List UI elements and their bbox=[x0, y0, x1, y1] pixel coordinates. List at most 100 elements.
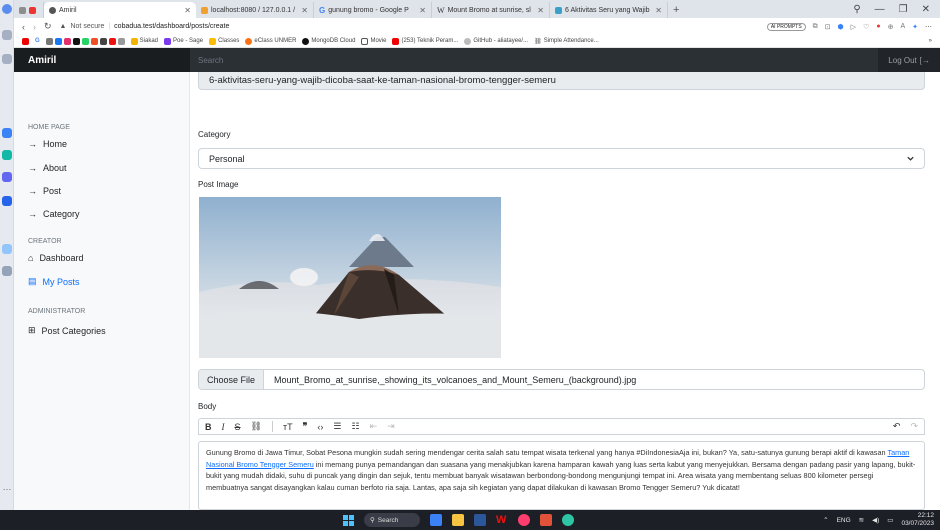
side-settings-icon[interactable] bbox=[2, 266, 12, 276]
menu-icon[interactable]: ⋯ bbox=[925, 23, 932, 31]
volume-icon[interactable]: ◀) bbox=[872, 516, 879, 524]
link-icon[interactable]: ⛓ bbox=[251, 421, 262, 432]
body-editor[interactable]: Gunung Bromo di Jawa Timur, Sobat Pesona… bbox=[198, 441, 925, 510]
minimize-icon[interactable]: — bbox=[875, 4, 885, 15]
bookmark-classes[interactable]: Classes bbox=[209, 37, 239, 45]
sidebar-item-post[interactable]: → Post bbox=[28, 186, 61, 196]
side-collections-icon[interactable] bbox=[2, 54, 12, 64]
app-icon-2[interactable] bbox=[540, 514, 552, 526]
bookmark-mongodb[interactable]: MongoDB Cloud bbox=[302, 37, 355, 45]
reload-icon[interactable]: ↻ bbox=[44, 21, 52, 32]
close-tab-icon[interactable]: ✕ bbox=[184, 6, 191, 15]
bookmark-github[interactable]: GitHub - aliatayee/... bbox=[464, 37, 528, 45]
bookmark-youtube-icon[interactable] bbox=[22, 37, 29, 45]
indent-icon[interactable]: ⇥ bbox=[387, 421, 395, 432]
tab-aktivitas[interactable]: 6 Aktivitas Seru yang Wajib ✕ bbox=[550, 2, 668, 18]
bookmark-siakad[interactable]: Siakad bbox=[130, 37, 158, 45]
side-home-icon[interactable] bbox=[2, 30, 12, 40]
bookmark-app-icon[interactable] bbox=[45, 37, 125, 45]
strikethrough-icon[interactable]: S bbox=[235, 422, 241, 432]
shield-icon[interactable]: ⬢ bbox=[838, 23, 844, 31]
chevron-up-icon[interactable]: ⌃ bbox=[823, 516, 828, 524]
restore-icon[interactable]: ❐ bbox=[899, 4, 908, 15]
bookmark-google-icon[interactable]: G bbox=[35, 38, 40, 44]
post-image-label: Post Image bbox=[198, 180, 239, 189]
task-view-icon[interactable] bbox=[430, 514, 442, 526]
app-w-icon[interactable]: W bbox=[496, 514, 508, 526]
file-input[interactable]: Choose File Mount_Bromo_at_sunrise,_show… bbox=[198, 369, 925, 390]
italic-icon[interactable]: I bbox=[222, 422, 225, 432]
slug-input[interactable]: 6-aktivitas-seru-yang-wajib-dicoba-saat-… bbox=[198, 72, 925, 90]
close-tab-icon[interactable]: ✕ bbox=[419, 6, 426, 15]
favorite-icon[interactable]: ♡ bbox=[863, 23, 869, 31]
tab-actions-icon[interactable] bbox=[14, 2, 44, 18]
bookmark-teknik[interactable]: (253) Teknik Peram... bbox=[392, 37, 458, 45]
close-tab-icon[interactable]: ✕ bbox=[301, 6, 308, 15]
language-indicator[interactable]: ENG bbox=[837, 517, 851, 524]
edge-icon[interactable] bbox=[562, 514, 574, 526]
bookmark-movie[interactable]: Movie bbox=[361, 37, 386, 45]
bookmark-label: eClass UNMER bbox=[254, 38, 297, 44]
side-app-icon-3[interactable] bbox=[2, 172, 12, 182]
ai-prompts-button[interactable]: AI PROMPTS bbox=[766, 22, 806, 31]
sidebar-item-dashboard[interactable]: ⌂ Dashboard bbox=[28, 253, 83, 263]
back-icon[interactable]: ‹ bbox=[22, 22, 25, 32]
code-icon[interactable]: ‹› bbox=[317, 422, 323, 432]
opera-icon[interactable] bbox=[518, 514, 530, 526]
file-explorer-icon[interactable] bbox=[452, 514, 464, 526]
clock[interactable]: 22:12 03/07/2023 bbox=[901, 512, 934, 528]
side-app-icon-2[interactable] bbox=[2, 150, 12, 160]
side-app-icon-4[interactable] bbox=[2, 196, 12, 206]
play-icon[interactable]: ▷ bbox=[851, 23, 856, 31]
bookmarks-bar: G Siakad Poe - Sage Classes eClass UNMER… bbox=[14, 35, 940, 48]
redo-icon[interactable]: ↷ bbox=[910, 421, 918, 432]
adblock-icon[interactable]: ● bbox=[876, 23, 880, 30]
numbered-list-icon[interactable]: ☷ bbox=[352, 421, 360, 432]
browser-logo-icon[interactable] bbox=[2, 4, 12, 14]
url-field[interactable]: ▲ Not secure | cobadua.test/dashboard/po… bbox=[60, 23, 230, 30]
quote-icon[interactable]: ❞ bbox=[303, 421, 308, 432]
battery-icon[interactable]: ▭ bbox=[887, 516, 893, 524]
side-app-icon-5[interactable] bbox=[2, 244, 12, 254]
brand[interactable]: Amiril bbox=[14, 48, 190, 72]
close-window-icon[interactable]: ✕ bbox=[922, 4, 930, 15]
side-app-icon-1[interactable] bbox=[2, 128, 12, 138]
search-input[interactable]: Search bbox=[190, 48, 879, 72]
bold-icon[interactable]: B bbox=[205, 422, 212, 432]
extension-icon-2[interactable]: ⊡ bbox=[825, 23, 831, 31]
search-tabs-icon[interactable]: ⚲ bbox=[853, 4, 860, 15]
bookmark-eclass[interactable]: eClass UNMER bbox=[245, 37, 297, 45]
tab-wikipedia[interactable]: W Mount Bromo at sunrise, sl ✕ bbox=[432, 2, 550, 18]
close-tab-icon[interactable]: ✕ bbox=[537, 6, 544, 15]
forward-icon[interactable]: › bbox=[33, 22, 36, 32]
logout-button[interactable]: Log Out [→ bbox=[878, 56, 940, 65]
taskbar-search[interactable]: ⚲ Search bbox=[364, 513, 420, 527]
bookmarks-overflow-icon[interactable]: » bbox=[929, 38, 932, 44]
sidebar-item-post-categories[interactable]: ⊞ Post Categories bbox=[28, 325, 106, 336]
bookmark-poe[interactable]: Poe - Sage bbox=[164, 37, 203, 45]
bookmark-attendance[interactable]: ⛓ Simple Attendance... bbox=[534, 38, 599, 45]
extensions-icon[interactable]: ⊕ bbox=[888, 23, 894, 31]
sidebar-item-my-posts[interactable]: ▤ My Posts bbox=[28, 276, 80, 287]
copilot-icon[interactable]: ✦ bbox=[912, 23, 918, 31]
sidebar-item-home[interactable]: → Home bbox=[28, 139, 67, 149]
new-tab-button[interactable]: + bbox=[668, 2, 684, 18]
outdent-icon[interactable]: ⇤ bbox=[370, 421, 378, 432]
tab-localhost[interactable]: localhost:8080 / 127.0.0.1 / ✕ bbox=[196, 2, 314, 18]
extension-icon-1[interactable]: ⧉ bbox=[813, 23, 818, 31]
close-tab-icon[interactable]: ✕ bbox=[655, 6, 662, 15]
word-icon[interactable] bbox=[474, 514, 486, 526]
undo-icon[interactable]: ↶ bbox=[893, 421, 901, 432]
start-icon[interactable] bbox=[343, 514, 354, 526]
choose-file-button[interactable]: Choose File bbox=[199, 370, 265, 389]
heading-icon[interactable]: тТ bbox=[283, 422, 293, 432]
bullet-list-icon[interactable]: ☰ bbox=[333, 421, 341, 432]
sidebar-item-about[interactable]: → About bbox=[28, 163, 67, 173]
sidebar-item-category[interactable]: → Category bbox=[28, 209, 80, 219]
profile-icon[interactable]: A bbox=[900, 23, 905, 30]
tab-amiril[interactable]: Amiril ✕ bbox=[44, 2, 196, 18]
tab-google[interactable]: G gunung bromo - Google P ✕ bbox=[314, 2, 432, 18]
category-select[interactable]: Personal bbox=[198, 148, 925, 169]
wifi-icon[interactable]: ≋ bbox=[859, 516, 864, 524]
side-more-icon[interactable]: … bbox=[2, 483, 12, 494]
